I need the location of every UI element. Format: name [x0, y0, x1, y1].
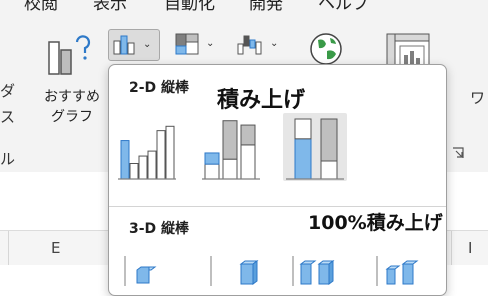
annotation-stacked: 積み上げ — [217, 88, 306, 113]
menu-review[interactable]: 校閲 — [24, 0, 58, 12]
clustered-bar-series1 — [138, 155, 148, 180]
stacked100-bar-top — [294, 118, 312, 140]
clustered-bar-series2 — [165, 125, 175, 180]
chevron-down-icon: ⌄ — [206, 38, 215, 49]
hierarchy-chart-button[interactable]: ⌄ — [170, 29, 220, 59]
annotation-100-stacked: 100%積み上げ — [308, 212, 443, 234]
stacked-bar-top — [222, 120, 238, 160]
menu-bar: 校閲 表示 自動化 開発 ヘルプ — [0, 0, 488, 12]
section-title-2d-column: 2-D 縦棒 — [129, 80, 190, 96]
3d-stacked-column-option[interactable] — [209, 256, 269, 286]
section-title-3d-column: 3-D 縦棒 — [129, 221, 190, 237]
ribbon-left-fragment-3: ル — [0, 150, 16, 168]
waterfall-chart-button[interactable]: ⌄ — [232, 29, 284, 59]
waterfall-icon — [237, 35, 262, 55]
chevron-down-icon: ⌄ — [143, 39, 152, 50]
map-chart-icon[interactable] — [308, 31, 344, 67]
menu-developer[interactable]: 開発 — [249, 0, 283, 12]
stacked-bar-top — [240, 124, 256, 146]
stacked-bar-bottom — [240, 144, 256, 180]
stacked-bar-bottom — [222, 158, 238, 180]
menu-automate[interactable]: 自動化 — [164, 0, 215, 12]
ribbon-left-fragment-2: ス — [0, 108, 16, 126]
column-header-i[interactable]: I — [468, 239, 472, 257]
gallery-divider — [109, 206, 446, 207]
100-stacked-column-chart — [286, 118, 344, 180]
recommended-charts-icon — [48, 35, 91, 75]
100-stacked-column-option[interactable] — [283, 113, 347, 181]
recommended-charts-label-line1: おすすめ — [44, 89, 100, 105]
clustered-bar-series1 — [156, 130, 166, 180]
chevron-down-icon: ⌄ — [270, 38, 279, 49]
column-chart-gallery: 2-D 縦棒 積み上げ 100%積み上げ 3-D 縦棒 — [108, 64, 447, 296]
clustered-column-option[interactable] — [115, 113, 179, 181]
3d-100-stacked-column-option[interactable] — [291, 256, 351, 286]
treemap-icon — [175, 33, 199, 55]
3d-clustered-column-option[interactable] — [123, 256, 183, 286]
column-separator — [451, 231, 452, 265]
menu-view[interactable]: 表示 — [93, 0, 127, 12]
stacked-column-option[interactable] — [199, 113, 263, 181]
stacked100-bar-bottom — [320, 160, 338, 180]
clustered-bar-series2 — [129, 163, 139, 180]
column-chart-icon — [113, 35, 135, 55]
clustered-column-chart — [118, 125, 176, 180]
recommended-charts-label-line2: グラフ — [51, 109, 93, 125]
stacked-bar-top — [204, 152, 220, 165]
dialog-launcher-icon[interactable] — [452, 147, 464, 159]
stacked-bar-bottom — [204, 163, 220, 180]
stacked100-bar-bottom — [294, 138, 312, 180]
3d-column-option[interactable] — [375, 256, 435, 286]
column-chart-button[interactable]: ⌄ — [108, 29, 160, 61]
column-separator — [8, 231, 9, 265]
ribbon-left-fragment-1: ダ — [0, 82, 16, 100]
column-header-e[interactable]: E — [51, 239, 60, 257]
stacked-column-chart — [202, 120, 260, 180]
clustered-bar-series1 — [120, 140, 130, 180]
menu-help[interactable]: ヘルプ — [318, 0, 369, 12]
clustered-bar-series2 — [147, 150, 157, 180]
ribbon-right-fragment: ワ — [470, 89, 486, 107]
stacked100-bar-top — [320, 118, 338, 162]
